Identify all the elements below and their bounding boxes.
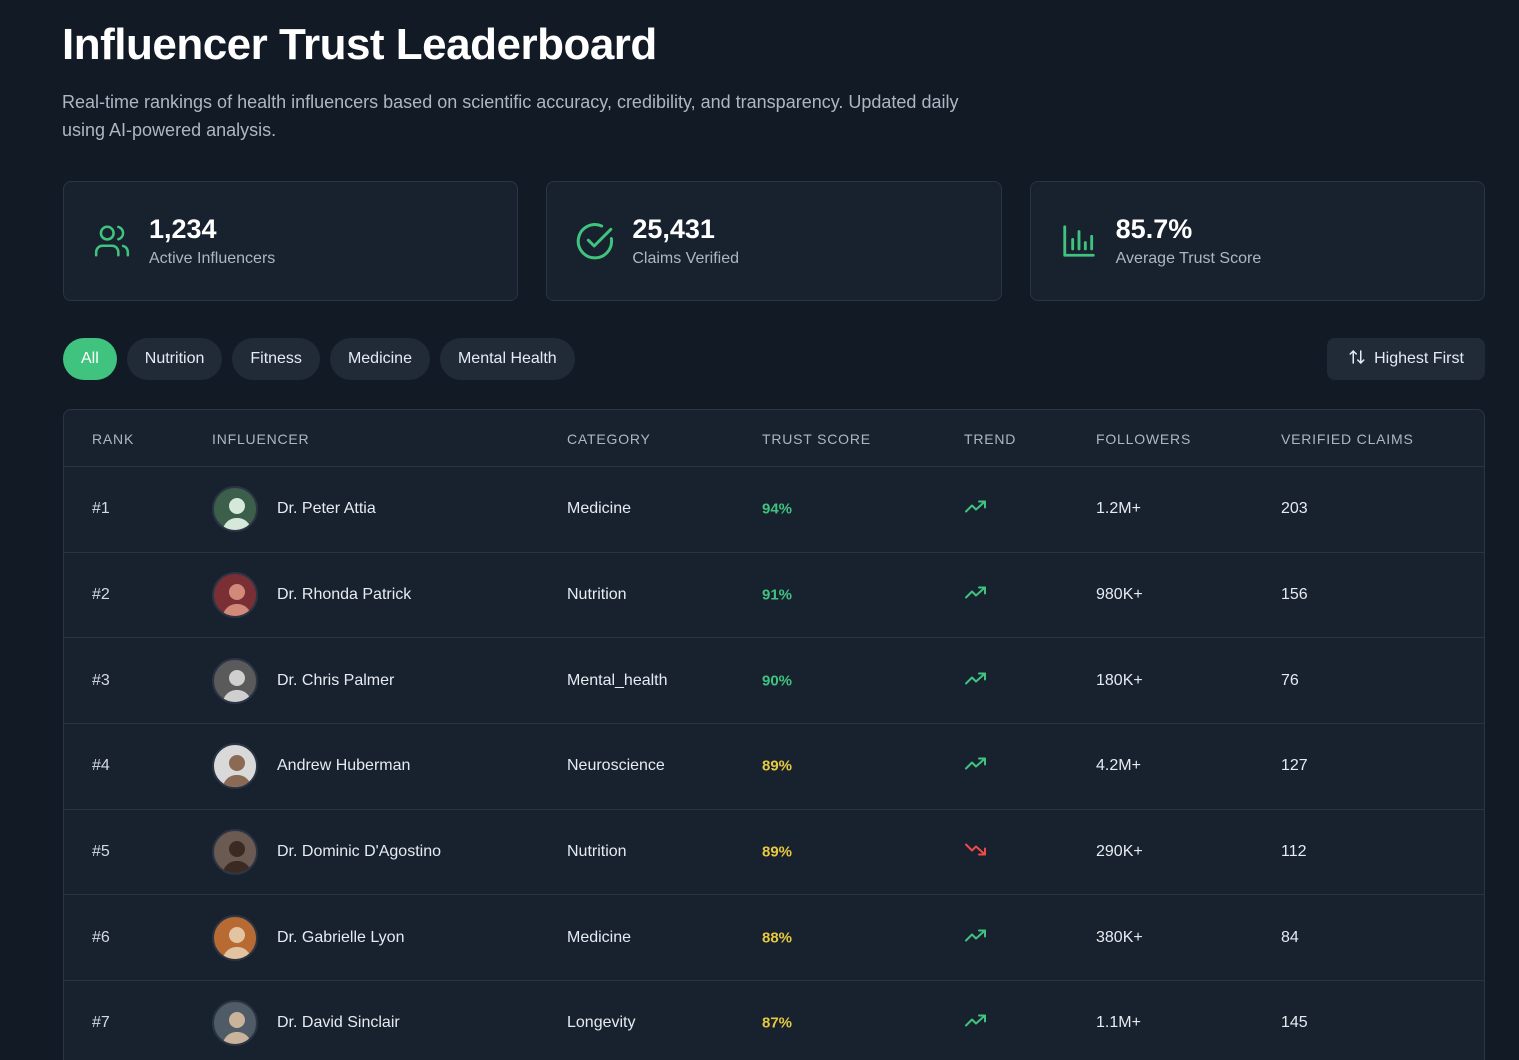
check-circle-icon xyxy=(575,221,615,261)
trust-score-cell: 91% xyxy=(762,586,793,604)
column-header-category[interactable]: CATEGORY xyxy=(567,431,651,447)
category-cell: Neuroscience xyxy=(567,757,665,775)
table-header-row: RANK INFLUENCER CATEGORY TRUST SCORE TRE… xyxy=(64,410,1484,467)
avatar xyxy=(212,657,258,704)
category-cell: Medicine xyxy=(567,500,632,518)
avatar xyxy=(212,743,258,790)
trust-score-cell: 89% xyxy=(762,843,793,861)
rank-cell: #5 xyxy=(92,843,110,861)
bar-chart-icon xyxy=(1059,221,1099,261)
followers-cell: 980K+ xyxy=(1096,586,1143,604)
followers-cell: 4.2M+ xyxy=(1096,757,1141,775)
influencer-name[interactable]: Dr. Chris Palmer xyxy=(277,672,394,690)
table-row[interactable]: #3 Dr. Chris Palmer Mental_health 90% 180K+ 7… xyxy=(64,638,1484,725)
table-row[interactable]: #6 Dr. Gabrielle Lyon Medicine 88% 380K+ 84 xyxy=(64,895,1484,982)
trust-score-cell: 94% xyxy=(762,500,793,518)
filter-chip-nutrition[interactable]: Nutrition xyxy=(126,338,223,380)
influencer-name[interactable]: Dr. Rhonda Patrick xyxy=(277,586,411,604)
verified-claims-cell: 156 xyxy=(1281,586,1308,604)
stat-label: Average Trust Score xyxy=(1115,250,1262,267)
category-cell: Nutrition xyxy=(567,843,627,861)
filter-chip-fitness[interactable]: Fitness xyxy=(232,338,320,380)
stats-row: 1,234 Active Influencers 25,431 Claims V… xyxy=(63,181,1485,301)
verified-claims-cell: 76 xyxy=(1281,671,1299,689)
trust-score-cell: 89% xyxy=(762,757,793,775)
followers-cell: 1.2M+ xyxy=(1096,500,1141,518)
verified-claims-cell: 112 xyxy=(1281,843,1307,861)
stat-card-active-influencers: 1,234 Active Influencers xyxy=(63,181,519,301)
trend-up-icon xyxy=(964,1013,988,1034)
followers-cell: 1.1M+ xyxy=(1096,1014,1141,1032)
avatar xyxy=(212,829,258,876)
verified-claims-cell: 84 xyxy=(1281,928,1299,946)
category-cell: Medicine xyxy=(567,928,632,946)
table-row[interactable]: #7 Dr. David Sinclair Longevity 87% 1.1M+ 145 xyxy=(64,981,1484,1060)
table-row[interactable]: #2 Dr. Rhonda Patrick Nutrition 91% 980K+ 156 xyxy=(64,553,1484,639)
influencer-name[interactable]: Dr. David Sinclair xyxy=(277,1014,400,1032)
stat-value: 85.7% xyxy=(1115,214,1193,244)
category-cell: Nutrition xyxy=(567,586,627,604)
category-filters: All Nutrition Fitness Medicine Mental He… xyxy=(63,338,575,380)
page-subtitle: Real-time rankings of health influencers… xyxy=(62,92,959,140)
trust-score-cell: 90% xyxy=(762,672,793,690)
rank-cell: #4 xyxy=(92,757,110,775)
leaderboard-page: Influencer Trust Leaderboard Real-time r… xyxy=(0,0,1519,1060)
sort-arrows-icon xyxy=(1348,348,1366,371)
sort-button[interactable]: Highest First xyxy=(1327,338,1485,380)
users-icon xyxy=(92,221,132,261)
column-header-followers[interactable]: FOLLOWERS xyxy=(1096,431,1191,447)
trend-up-icon xyxy=(964,927,988,948)
leaderboard-table: RANK INFLUENCER CATEGORY TRUST SCORE TRE… xyxy=(63,409,1485,1060)
stat-card-average-trust-score: 85.7% Average Trust Score xyxy=(1029,181,1485,301)
stat-value: 25,431 xyxy=(632,214,715,244)
trust-score-cell: 87% xyxy=(762,1014,793,1032)
verified-claims-cell: 203 xyxy=(1281,500,1308,518)
rank-cell: #2 xyxy=(92,586,110,604)
column-header-rank[interactable]: RANK xyxy=(92,431,134,447)
trend-up-icon xyxy=(964,585,988,606)
avatar xyxy=(212,486,258,533)
column-header-verified-claims[interactable]: VERIFIED CLAIMS xyxy=(1281,431,1414,447)
followers-cell: 180K+ xyxy=(1096,671,1143,689)
stat-card-claims-verified: 25,431 Claims Verified xyxy=(546,181,1002,301)
avatar xyxy=(212,1000,258,1047)
trust-score-cell: 88% xyxy=(762,929,793,947)
table-row[interactable]: #4 Andrew Huberman Neuroscience 89% 4.2M+ 127 xyxy=(64,724,1484,810)
influencer-name[interactable]: Dr. Peter Attia xyxy=(277,500,376,518)
category-cell: Longevity xyxy=(567,1014,636,1032)
verified-claims-cell: 145 xyxy=(1281,1014,1308,1032)
rank-cell: #7 xyxy=(92,1014,110,1032)
avatar xyxy=(212,572,258,619)
influencer-name[interactable]: Dr. Gabrielle Lyon xyxy=(277,929,404,947)
verified-claims-cell: 127 xyxy=(1281,757,1308,775)
trend-down-icon xyxy=(964,842,988,863)
followers-cell: 380K+ xyxy=(1096,928,1143,946)
followers-cell: 290K+ xyxy=(1096,843,1143,861)
rank-cell: #1 xyxy=(92,500,110,518)
sort-label: Highest First xyxy=(1374,350,1464,367)
column-header-trust-score[interactable]: TRUST SCORE xyxy=(762,431,871,447)
table-body: #1 Dr. Peter Attia Medicine 94% 1.2M+ 203 #2 Dr… xyxy=(64,467,1484,1060)
trend-up-icon xyxy=(964,670,988,691)
trend-up-icon xyxy=(964,756,988,777)
influencer-name[interactable]: Dr. Dominic D'Agostino xyxy=(277,843,441,861)
stat-label: Active Influencers xyxy=(149,250,276,267)
filter-chip-mental-health[interactable]: Mental Health xyxy=(439,338,575,380)
table-row[interactable]: #5 Dr. Dominic D'Agostino Nutrition 89% 290K… xyxy=(64,810,1484,896)
stat-label: Claims Verified xyxy=(632,250,740,267)
stat-value: 1,234 xyxy=(149,214,217,244)
influencer-name[interactable]: Andrew Huberman xyxy=(277,757,410,775)
filter-chip-all[interactable]: All xyxy=(63,338,117,380)
rank-cell: #6 xyxy=(92,928,110,946)
column-header-influencer[interactable]: INFLUENCER xyxy=(212,431,309,447)
rank-cell: #3 xyxy=(92,671,110,689)
table-row[interactable]: #1 Dr. Peter Attia Medicine 94% 1.2M+ 203 xyxy=(64,467,1484,553)
column-header-trend[interactable]: TREND xyxy=(964,431,1016,447)
filter-chip-medicine[interactable]: Medicine xyxy=(329,338,430,380)
category-cell: Mental_health xyxy=(567,671,668,689)
trend-up-icon xyxy=(964,499,988,520)
avatar xyxy=(212,914,258,961)
page-title: Influencer Trust Leaderboard xyxy=(62,20,657,69)
